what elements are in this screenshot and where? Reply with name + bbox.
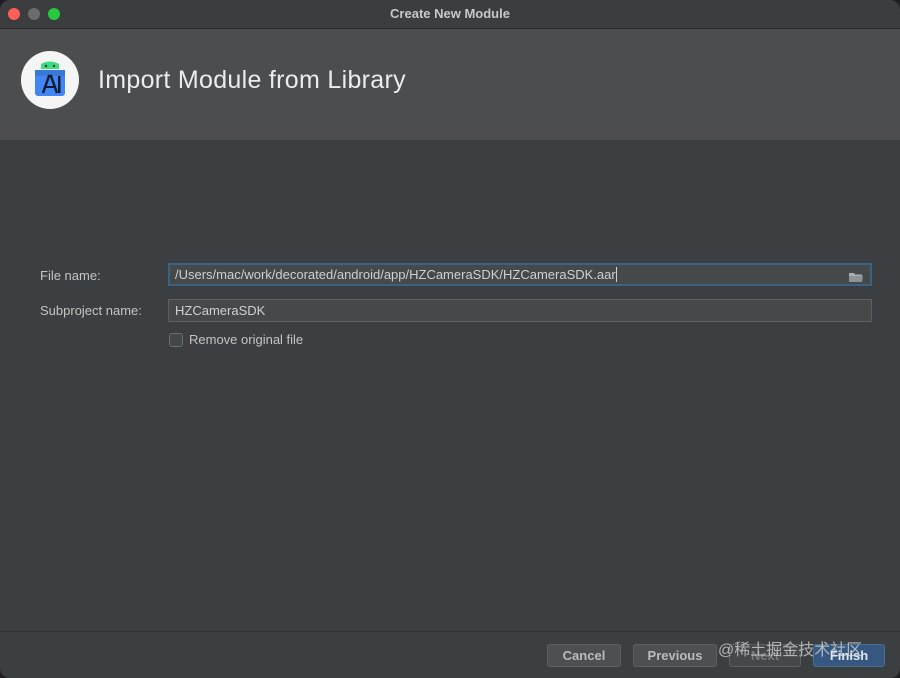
previous-button[interactable]: Previous: [633, 644, 717, 667]
subproject-name-value: HZCameraSDK: [175, 303, 266, 318]
text-caret: [615, 267, 617, 282]
android-studio-logo-icon: [21, 51, 79, 109]
watermark-text: @稀土掘金技术社区: [718, 642, 863, 659]
file-name-field[interactable]: /Users/mac/work/decorated/android/app/HZ…: [168, 263, 872, 286]
title-bar: Create New Module: [0, 0, 900, 29]
page-title: Import Module from Library: [98, 66, 406, 94]
subproject-name-label: Subproject name:: [40, 303, 142, 318]
wizard-header: Import Module from Library: [0, 29, 900, 140]
cancel-button[interactable]: Cancel: [547, 644, 621, 667]
form-area: [0, 140, 900, 631]
subproject-name-field[interactable]: HZCameraSDK: [168, 299, 872, 322]
remove-original-label[interactable]: Remove original file: [189, 332, 303, 347]
dialog-window: Create New Module Import Module from Lib…: [0, 0, 900, 678]
folder-icon[interactable]: [848, 269, 864, 284]
file-name-label: File name:: [40, 268, 101, 283]
file-name-value: /Users/mac/work/decorated/android/app/HZ…: [175, 267, 616, 282]
remove-original-checkbox[interactable]: [169, 333, 183, 347]
window-title: Create New Module: [390, 6, 510, 21]
